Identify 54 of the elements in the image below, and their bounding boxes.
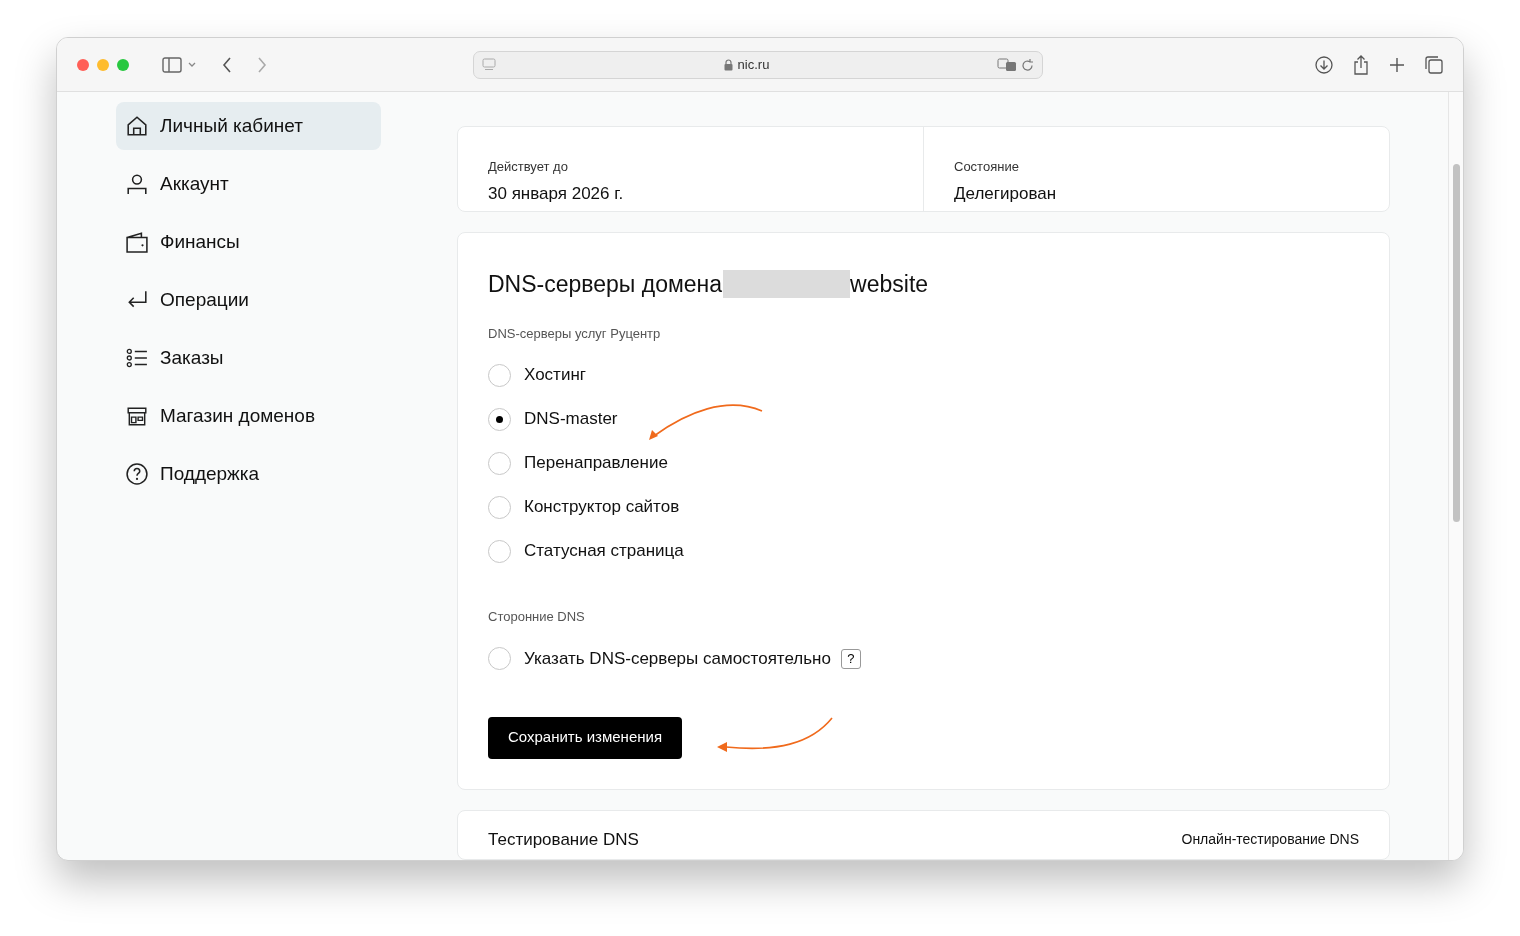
forward-icon[interactable] [257,56,267,73]
help-button[interactable]: ? [840,648,861,669]
sidebar-item[interactable]: Операции [116,276,381,324]
storefront-icon [126,405,148,427]
field-label: Состояние [954,158,1020,176]
sidebar-item[interactable]: Финансы [116,218,381,266]
option-label[interactable]: DNS-master [524,406,618,432]
option-label[interactable]: Указать DNS-серверы самостоятельно [524,645,831,672]
address-bar[interactable]: nic.ru [473,50,1043,79]
field-label: Действует до [488,158,569,176]
save-button[interactable]: Сохранить изменения [488,716,683,759]
sidebar-toggle-icon[interactable] [162,56,182,73]
section-heading: DNS-серверы услуг Руцентр [488,324,662,343]
sidebar-item[interactable]: Заказы [116,334,381,382]
translate-icon[interactable] [997,57,1017,72]
sidebar-item[interactable]: Магазин доменов [116,392,381,440]
page-icon [482,57,496,72]
back-icon[interactable] [222,56,232,73]
radio-button[interactable] [488,539,511,563]
tabs-icon[interactable] [1425,55,1443,74]
card-title: website [850,270,929,300]
test-link[interactable]: Онлайн-тестирование DNS [1181,826,1359,859]
option-label[interactable]: Перенаправление [524,450,668,476]
scrollbar-thumb[interactable] [1452,164,1460,522]
sidebar-item[interactable]: Личный кабинет [116,102,381,150]
close-window-button[interactable] [77,58,89,71]
zoom-window-button[interactable] [117,58,129,71]
radio-button[interactable] [488,363,511,387]
radio-button[interactable] [488,647,511,671]
chevron-down-icon[interactable] [188,61,196,68]
plus-icon[interactable] [1389,56,1405,73]
field-value: 30 января 2026 г. [488,182,625,205]
field-value: Делегирован [954,182,1058,205]
share-icon[interactable] [1353,54,1369,75]
help-icon [126,463,148,485]
option-label[interactable]: Хостинг [524,362,586,388]
home-icon [126,115,148,137]
user-icon [126,173,148,195]
reload-icon[interactable] [1021,57,1034,72]
wallet-icon [126,231,148,253]
address-text: nic.ru [737,55,770,74]
option-label[interactable]: Статусная страница [524,538,684,564]
radio-button[interactable] [488,451,511,475]
sidebar-item[interactable]: Поддержка [116,450,381,498]
sidebar-item[interactable]: Аккаунт [116,160,381,208]
lock-icon [723,58,733,71]
card-title: DNS-серверы домена [488,270,723,300]
download-icon[interactable] [1315,55,1333,74]
option-label[interactable]: Конструктор сайтов [524,494,680,520]
list-icon [126,347,148,369]
section-heading: Сторонние DNS [488,608,586,627]
radio-button[interactable] [488,495,511,519]
card-title: Тестирование DNS [488,828,639,851]
radio-button[interactable] [488,407,511,431]
